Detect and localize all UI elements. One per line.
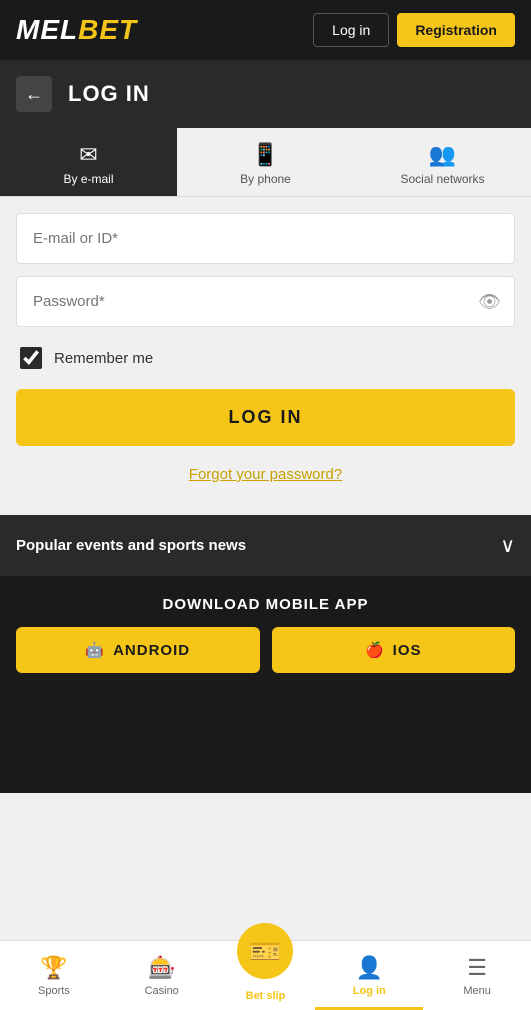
tab-email-label: By e-mail <box>63 172 113 186</box>
download-title: DOWNLOAD MOBILE APP <box>163 596 369 613</box>
nav-casino-label: Casino <box>145 985 179 997</box>
nav-betslip[interactable]: 🎫 Bet slip <box>216 941 316 1010</box>
app-buttons: 🤖 ANDROID 🍎 IOS <box>16 627 515 673</box>
header: MELBET Log in Registration <box>0 0 531 60</box>
nav-sports-label: Sports <box>38 985 70 997</box>
tab-phone-label: By phone <box>240 172 291 186</box>
betslip-icon: 🎫 <box>249 936 281 967</box>
back-button[interactable]: ← <box>16 76 52 112</box>
login-form: 👁 Remember me LOG IN Forgot your passwor… <box>0 197 531 507</box>
nav-betslip-label: Bet slip <box>246 990 286 1002</box>
ios-download-button[interactable]: 🍎 IOS <box>272 627 516 673</box>
tab-social[interactable]: 👥 Social networks <box>354 128 531 196</box>
header-register-button[interactable]: Registration <box>397 13 515 47</box>
logo-mel: MEL <box>16 14 78 45</box>
page-title-bar: ← LOG IN <box>0 60 531 128</box>
email-input[interactable] <box>16 213 515 264</box>
nav-login-label: Log in <box>353 985 386 997</box>
login-nav-icon: 👤 <box>356 955 383 981</box>
dark-spacer <box>0 693 531 793</box>
remember-me-row: Remember me <box>16 339 515 377</box>
header-buttons: Log in Registration <box>313 13 515 47</box>
nav-sports[interactable]: 🏆 Sports <box>0 941 108 1010</box>
email-icon: ✉ <box>79 142 97 168</box>
header-login-button[interactable]: Log in <box>313 13 389 47</box>
remember-label: Remember me <box>54 350 153 367</box>
tab-social-label: Social networks <box>400 172 484 186</box>
password-input[interactable] <box>16 276 515 327</box>
android-label: ANDROID <box>113 642 190 659</box>
betslip-circle: 🎫 <box>237 923 293 979</box>
popular-events-label: Popular events and sports news <box>16 537 246 554</box>
casino-icon: 🎰 <box>148 955 175 981</box>
tab-phone[interactable]: 📱 By phone <box>177 128 354 196</box>
social-icon: 👥 <box>429 142 456 168</box>
password-wrapper: 👁 <box>16 276 515 327</box>
bottom-nav: 🏆 Sports 🎰 Casino 🎫 Bet slip 👤 Log in ☰ … <box>0 940 531 1010</box>
login-button[interactable]: LOG IN <box>16 389 515 446</box>
tab-email[interactable]: ✉ By e-mail <box>0 128 177 196</box>
forgot-password-link[interactable]: Forgot your password? <box>16 458 515 491</box>
nav-login[interactable]: 👤 Log in <box>315 941 423 1010</box>
menu-icon: ☰ <box>467 955 487 981</box>
logo: MELBET <box>16 14 137 46</box>
popular-events-section[interactable]: Popular events and sports news ∨ <box>0 515 531 576</box>
nav-casino[interactable]: 🎰 Casino <box>108 941 216 1010</box>
apple-icon: 🍎 <box>365 641 385 659</box>
page-title: LOG IN <box>68 81 150 107</box>
toggle-password-icon[interactable]: 👁 <box>478 291 501 312</box>
chevron-down-icon: ∨ <box>500 533 515 558</box>
logo-bet: BET <box>78 14 137 45</box>
remember-checkbox[interactable] <box>20 347 42 369</box>
android-download-button[interactable]: 🤖 ANDROID <box>16 627 260 673</box>
tab-row: ✉ By e-mail 📱 By phone 👥 Social networks <box>0 128 531 197</box>
download-section: DOWNLOAD MOBILE APP 🤖 ANDROID 🍎 IOS <box>0 576 531 693</box>
ios-label: IOS <box>393 642 422 659</box>
sports-icon: 🏆 <box>40 955 67 981</box>
main-content: ✉ By e-mail 📱 By phone 👥 Social networks… <box>0 128 531 940</box>
nav-menu-label: Menu <box>463 985 491 997</box>
nav-menu[interactable]: ☰ Menu <box>423 941 531 1010</box>
android-icon: 🤖 <box>85 641 105 659</box>
phone-icon: 📱 <box>252 142 279 168</box>
